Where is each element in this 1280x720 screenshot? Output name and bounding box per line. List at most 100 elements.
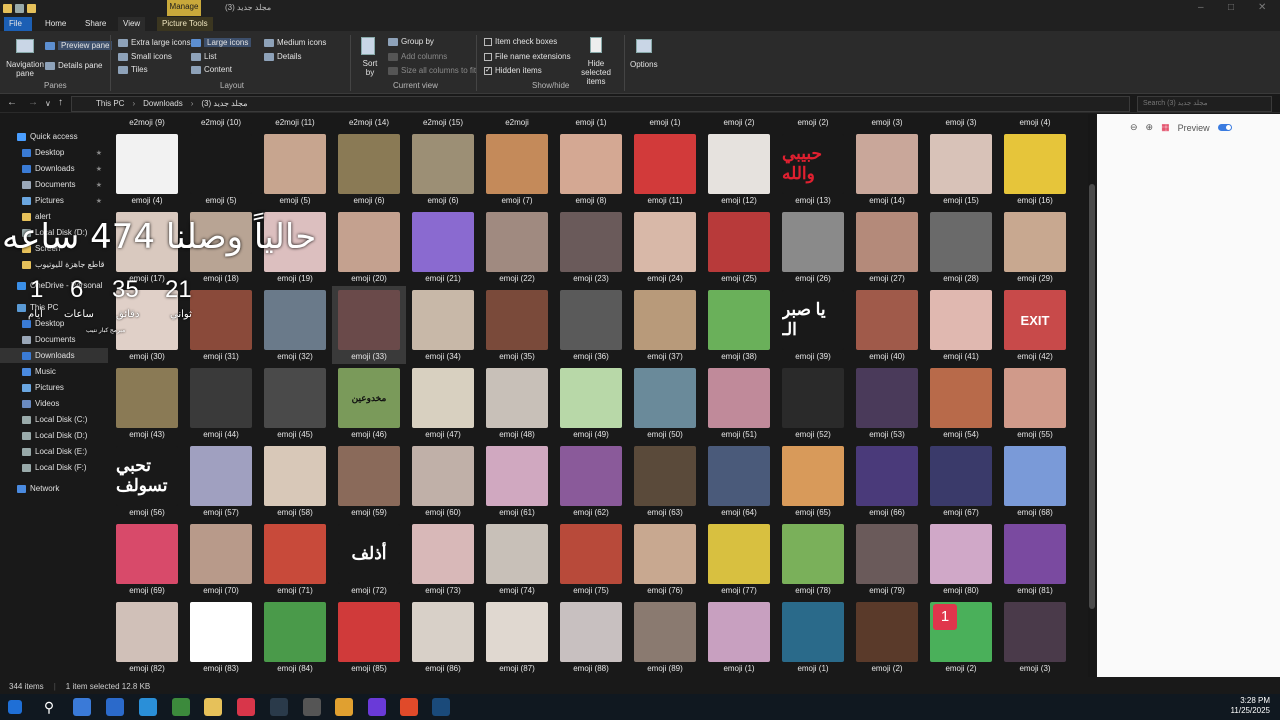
- nav-item[interactable]: Network: [0, 481, 108, 496]
- preview-pane-button[interactable]: Preview pane: [45, 41, 113, 50]
- preview-toggle[interactable]: [1217, 124, 1232, 131]
- windows-start-icon[interactable]: [8, 700, 22, 714]
- breadcrumb[interactable]: This PC › Downloads › مجلد جديد (3): [71, 96, 1130, 112]
- file-item[interactable]: مخدوعين emoji (46): [332, 364, 406, 442]
- maximize-icon[interactable]: □: [1228, 2, 1234, 13]
- file-item[interactable]: emoji (23): [554, 208, 628, 286]
- file-item[interactable]: emoji (82): [110, 598, 184, 676]
- pin-icon[interactable]: ★: [96, 197, 102, 205]
- file-item[interactable]: emoji (3): [998, 598, 1072, 676]
- pin-icon[interactable]: ★: [96, 181, 102, 189]
- item-check-boxes-option[interactable]: Item check boxes: [484, 37, 557, 46]
- file-item[interactable]: emoji (80): [924, 520, 998, 598]
- file-item[interactable]: emoji (73): [406, 520, 480, 598]
- nav-item[interactable]: Downloads: [0, 348, 108, 363]
- file-item[interactable]: emoji (5): [258, 130, 332, 208]
- file-item[interactable]: emoji (70): [184, 520, 258, 598]
- file-item[interactable]: emoji (55): [998, 364, 1072, 442]
- file-item[interactable]: emoji (49): [554, 364, 628, 442]
- file-item[interactable]: emoji (20): [332, 208, 406, 286]
- file-item[interactable]: emoji (47): [406, 364, 480, 442]
- layout-large-icons[interactable]: Large icons: [191, 38, 252, 47]
- file-label[interactable]: e2moji (9): [110, 118, 184, 127]
- tab-picture-tools[interactable]: Picture Tools: [157, 17, 213, 31]
- checkbox-unchecked[interactable]: [484, 37, 492, 46]
- file-item[interactable]: emoji (14): [850, 130, 924, 208]
- file-item[interactable]: emoji (22): [480, 208, 554, 286]
- add-columns-button[interactable]: Add columns: [388, 52, 447, 61]
- pin-icon[interactable]: ★: [96, 149, 102, 157]
- file-item[interactable]: emoji (86): [406, 598, 480, 676]
- nav-item[interactable]: Local Disk (E:): [0, 444, 108, 459]
- size-columns-button[interactable]: Size all columns to fit: [388, 66, 476, 75]
- file-item[interactable]: emoji (26): [776, 208, 850, 286]
- file-item[interactable]: emoji (76): [628, 520, 702, 598]
- close-icon[interactable]: ✕: [1258, 2, 1266, 13]
- file-item[interactable]: emoji (35): [480, 286, 554, 364]
- file-item[interactable]: emoji (36): [554, 286, 628, 364]
- discord-icon[interactable]: [368, 698, 386, 716]
- file-item[interactable]: emoji (34): [406, 286, 480, 364]
- nav-item[interactable]: Pictures: [0, 380, 108, 395]
- file-name-extensions-option[interactable]: File name extensions: [484, 52, 571, 61]
- file-label[interactable]: e2moji: [480, 118, 554, 127]
- file-item[interactable]: emoji (8): [554, 130, 628, 208]
- file-item[interactable]: emoji (53): [850, 364, 924, 442]
- file-item[interactable]: emoji (6): [406, 130, 480, 208]
- navigation-pane-button[interactable]: Navigation pane: [5, 60, 45, 78]
- file-item[interactable]: emoji (5): [184, 130, 258, 208]
- file-item[interactable]: emoji (67): [924, 442, 998, 520]
- steam-icon[interactable]: [432, 698, 450, 716]
- manage-tab[interactable]: Manage: [167, 0, 201, 16]
- file-item[interactable]: emoji (12): [702, 130, 776, 208]
- file-item[interactable]: emoji (77): [702, 520, 776, 598]
- file-item[interactable]: emoji (59): [332, 442, 406, 520]
- file-item[interactable]: emoji (62): [554, 442, 628, 520]
- up-arrow-icon[interactable]: ↑: [58, 97, 63, 108]
- file-item[interactable]: emoji (79): [850, 520, 924, 598]
- file-item[interactable]: emoji (25): [702, 208, 776, 286]
- zoom-out-icon[interactable]: ⊖: [1130, 122, 1138, 133]
- file-item[interactable]: emoji (2): [850, 598, 924, 676]
- layout-list[interactable]: List: [191, 52, 216, 61]
- file-item[interactable]: emoji (4): [110, 130, 184, 208]
- tab-share[interactable]: Share: [80, 17, 111, 31]
- file-item[interactable]: emoji (50): [628, 364, 702, 442]
- layout-content[interactable]: Content: [191, 65, 232, 74]
- file-item[interactable]: emoji (38): [702, 286, 776, 364]
- file-item[interactable]: emoji (64): [702, 442, 776, 520]
- file-item[interactable]: emoji (52): [776, 364, 850, 442]
- file-item[interactable]: emoji (31): [184, 286, 258, 364]
- brave-icon[interactable]: [400, 698, 418, 716]
- sort-by-button[interactable]: Sort by: [360, 59, 380, 77]
- tab-view[interactable]: View: [118, 17, 146, 31]
- file-item[interactable]: emoji (1): [702, 598, 776, 676]
- file-item[interactable]: emoji (54): [924, 364, 998, 442]
- hide-selected-button[interactable]: Hide selected items: [572, 59, 620, 86]
- breadcrumb-current-folder[interactable]: مجلد جديد (3): [201, 97, 247, 111]
- file-item[interactable]: emoji (44): [184, 364, 258, 442]
- layout-details[interactable]: Details: [264, 52, 301, 61]
- file-item[interactable]: emoji (48): [480, 364, 554, 442]
- file-item[interactable]: emoji (71): [258, 520, 332, 598]
- chevron-down-icon[interactable]: ∨: [45, 99, 51, 108]
- file-item[interactable]: emoji (51): [702, 364, 776, 442]
- checkbox-checked[interactable]: ✓: [484, 66, 492, 75]
- file-item[interactable]: emoji (16): [998, 130, 1072, 208]
- layout-tiles[interactable]: Tiles: [118, 65, 148, 74]
- file-item[interactable]: أذلف emoji (72): [332, 520, 406, 598]
- file-item[interactable]: emoji (81): [998, 520, 1072, 598]
- nav-item[interactable]: Documents ★: [0, 177, 108, 192]
- nav-item[interactable]: OneDrive - Personal: [0, 278, 108, 293]
- file-item[interactable]: حبيبي والله emoji (13): [776, 130, 850, 208]
- tab-home[interactable]: Home: [40, 17, 71, 31]
- file-item[interactable]: emoji (78): [776, 520, 850, 598]
- file-label[interactable]: e2moji (10): [184, 118, 258, 127]
- folder-icon[interactable]: [3, 3, 12, 13]
- file-item[interactable]: emoji (69): [110, 520, 184, 598]
- group-by-button[interactable]: Group by: [388, 37, 434, 46]
- file-item[interactable]: emoji (61): [480, 442, 554, 520]
- outlook-icon[interactable]: [106, 698, 124, 716]
- nav-item[interactable]: Local Disk (C:): [0, 412, 108, 427]
- file-item[interactable]: emoji (33): [332, 286, 406, 364]
